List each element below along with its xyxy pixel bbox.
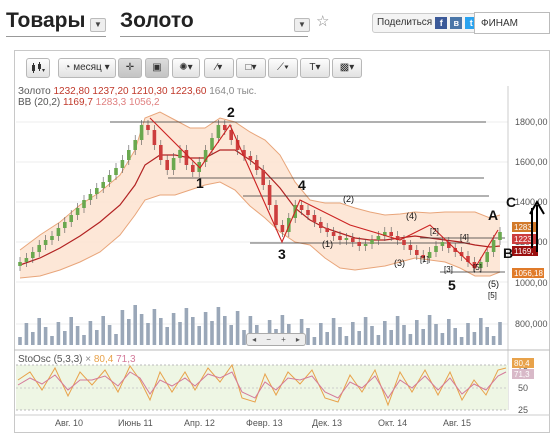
sub-label-4: (4): [406, 211, 417, 221]
volume-tick: 800,000: [515, 319, 548, 329]
wave-label-1: 1: [196, 175, 204, 191]
lower-band-price: 1056,18: [514, 269, 543, 278]
wave-label-4: 4: [298, 177, 306, 193]
price-tick-1000: 1000,00: [515, 278, 548, 288]
price-tick-1400: 1400,00: [515, 197, 548, 207]
sub-label-5: (5): [488, 279, 499, 289]
sub-label-1: (1): [322, 239, 333, 249]
stoch-k-price: 80,4: [514, 359, 530, 368]
wave-label-B: B: [503, 245, 513, 261]
scroll-slider[interactable]: ◂ − + ▸: [246, 333, 306, 346]
x-tick-6: Авг. 15: [443, 418, 471, 428]
scroll-left-icon[interactable]: ◂: [252, 335, 256, 344]
sub-label-3: (3): [394, 258, 405, 268]
wave-label-2: 2: [227, 104, 235, 120]
stoch-tick-25: 25: [518, 405, 528, 415]
x-tick-4: Дек. 13: [312, 418, 342, 428]
stoch-d-price: 71,3: [514, 370, 530, 379]
middle-band-price: 1169,: [514, 247, 533, 256]
price-tick-1600: 1600,00: [515, 157, 548, 167]
x-tick-3: Февр. 13: [246, 418, 283, 428]
bracket-label-2: [2]: [430, 227, 439, 236]
bracket-label-1: [1]: [420, 255, 429, 264]
x-tick-0: Авг. 10: [55, 418, 83, 428]
zoom-out-icon[interactable]: −: [266, 335, 271, 344]
x-tick-2: Апр. 12: [184, 418, 215, 428]
x-tick-1: Июнь 11: [118, 418, 153, 428]
wave-label-5: 5: [448, 277, 456, 293]
bracket-label-5: [5]: [473, 263, 482, 272]
bracket-label-3: [3]: [444, 265, 453, 274]
chart-canvas[interactable]: 1800,00 1600,00 1400,00 1200,00 1000,00 …: [0, 0, 550, 433]
wave-label-A: A: [488, 207, 498, 223]
stoch-tick-50: 50: [518, 383, 528, 393]
bracket-label-4: [4]: [460, 233, 469, 242]
price-tick-1800: 1800,00: [515, 117, 548, 127]
sub-label-2: (2): [343, 194, 354, 204]
wave-label-C: C: [506, 194, 516, 210]
bracket-label-5b: [5]: [488, 291, 497, 300]
upper-band-price: 1283: [514, 223, 532, 232]
zoom-in-icon[interactable]: +: [281, 335, 286, 344]
x-tick-5: Окт. 14: [378, 418, 407, 428]
scroll-right-icon[interactable]: ▸: [296, 335, 300, 344]
wave-label-3: 3: [278, 246, 286, 262]
last-price: 1223: [514, 235, 532, 244]
